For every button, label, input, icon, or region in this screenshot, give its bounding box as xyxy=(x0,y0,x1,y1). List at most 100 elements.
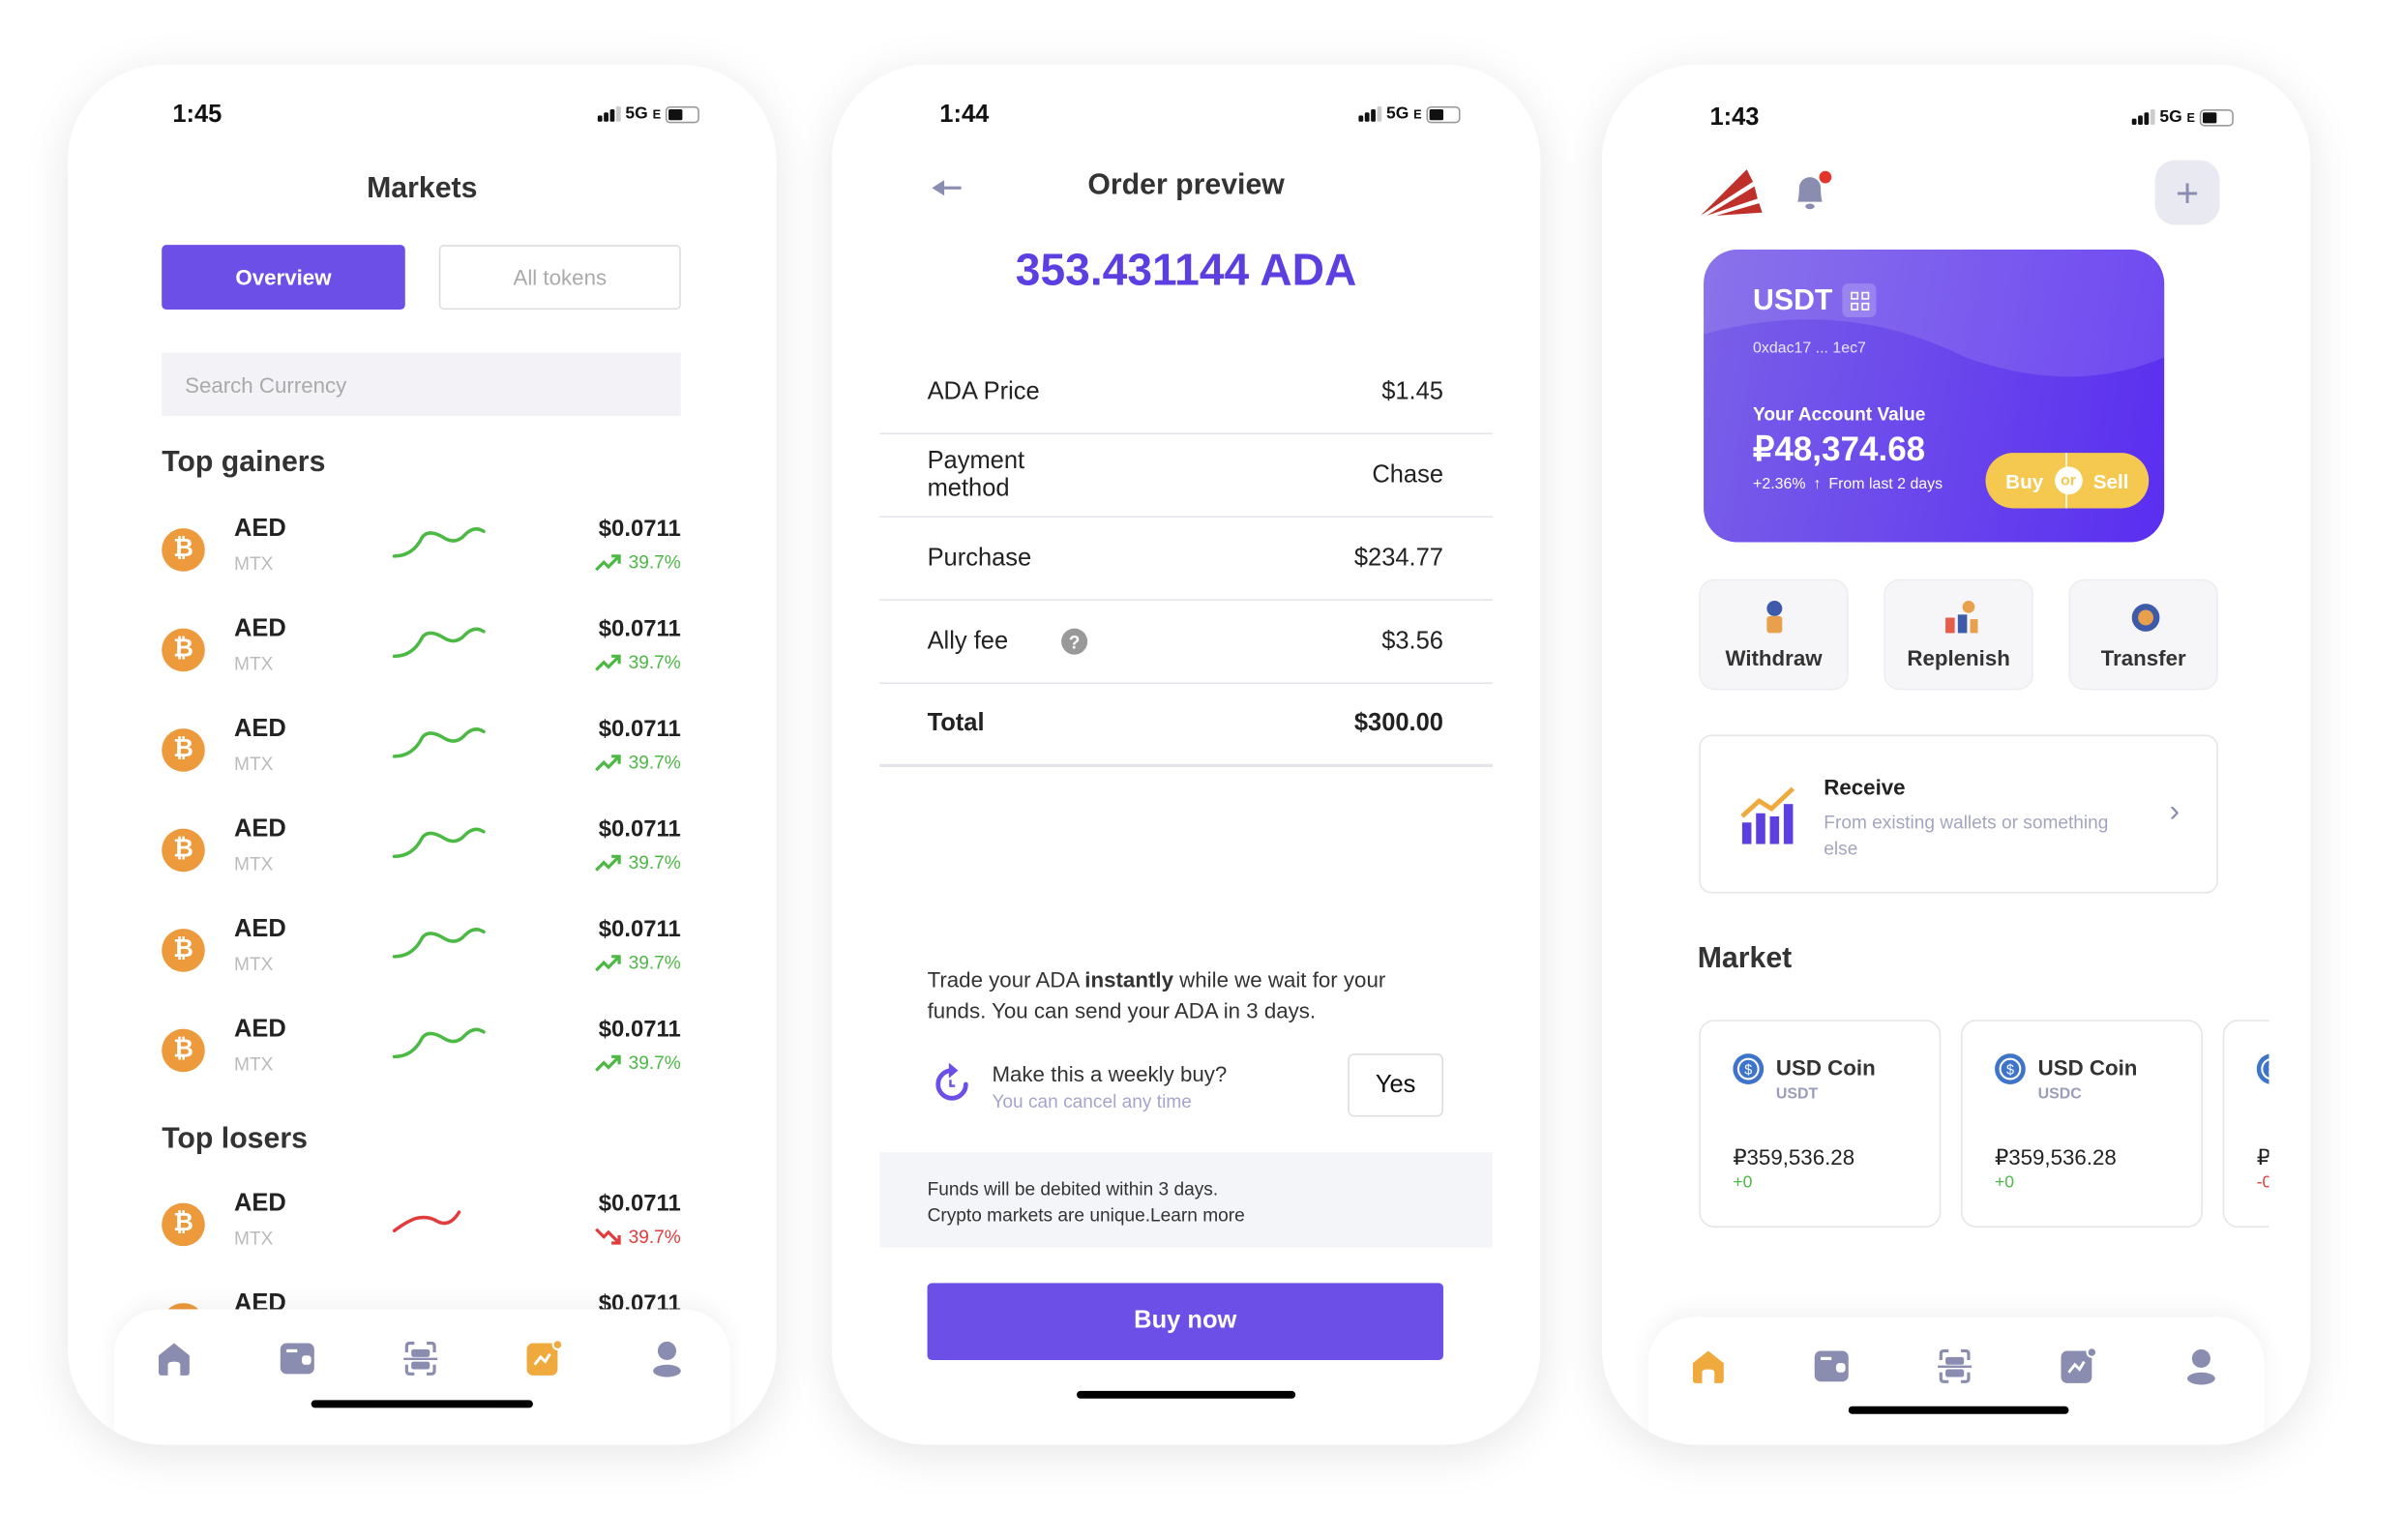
account-value: ₽48,374.68 xyxy=(1753,429,1926,469)
status-bar: 5G E xyxy=(1358,104,1461,123)
withdraw-icon xyxy=(1766,600,1783,634)
svg-text:$: $ xyxy=(1744,1063,1752,1079)
order-row-value: $1.45 xyxy=(1381,377,1443,404)
scan-icon[interactable] xyxy=(402,1340,442,1379)
replenish-icon xyxy=(1945,600,1978,634)
add-button[interactable]: + xyxy=(2154,160,2220,225)
coin-row[interactable]: ₿ AED MTX $0.0711 39.7% xyxy=(68,816,776,909)
order-row: Total $300.00 xyxy=(879,684,1493,767)
home-indicator xyxy=(311,1400,533,1408)
markets-screen: 1:45 5G E Markets Overview All tokens Top… xyxy=(68,64,777,1445)
trend-up-icon xyxy=(595,854,621,872)
change-value: 39.7% xyxy=(628,1226,681,1248)
wallet-icon[interactable] xyxy=(1813,1348,1853,1387)
transfer-button[interactable]: Transfer xyxy=(2068,578,2218,691)
network-label: 5G xyxy=(2159,107,2182,127)
coin-row[interactable]: ₿ AED MTX $0.0711 39.7% xyxy=(68,516,776,608)
order-row-value: Chase xyxy=(1372,460,1443,488)
market-card[interactable]: $ USD Coin USDC ₽359,536.28 +0 xyxy=(1960,1020,2203,1229)
coin-change: 39.7% xyxy=(595,952,681,973)
bitcoin-icon: ₿ xyxy=(162,1202,205,1247)
coin-change: 39.7% xyxy=(595,752,681,773)
buy-button[interactable]: Buy xyxy=(2005,469,2043,492)
replenish-button[interactable]: Replenish xyxy=(1884,578,2033,691)
coin-change: +0 xyxy=(1733,1173,1753,1193)
order-row: Purchase $234.77 xyxy=(879,518,1493,601)
coin-change: +0 xyxy=(1995,1173,2015,1193)
order-row-value: $234.77 xyxy=(1353,544,1443,571)
sparkline xyxy=(392,527,486,558)
profile-icon[interactable] xyxy=(648,1340,688,1379)
help-icon[interactable]: ? xyxy=(1061,628,1088,655)
bar-chart-icon xyxy=(1740,786,1795,844)
card-currency: USDT xyxy=(1753,284,1833,318)
order-preview-screen: 1:44 5G E Order preview 353.431144 ADA AD… xyxy=(831,64,1541,1445)
profile-icon[interactable] xyxy=(2182,1348,2222,1387)
order-row-label: ADA Price xyxy=(927,377,1040,404)
coin-row[interactable]: ₿ AED MTX $0.0711 39.7% xyxy=(68,916,776,1009)
coin-symbol: AED xyxy=(234,615,286,642)
home-indicator xyxy=(1848,1406,2069,1414)
sparkline xyxy=(392,1210,461,1232)
bottom-nav xyxy=(1647,1317,2265,1445)
signal-icon xyxy=(2131,109,2155,125)
coin-row[interactable]: ₿ AED MTX $0.0711 39.7% xyxy=(68,616,776,709)
signal-icon xyxy=(597,105,621,122)
battery-icon xyxy=(1426,105,1461,123)
order-row-value: $3.56 xyxy=(1381,627,1443,654)
sparkline xyxy=(392,928,486,959)
info-bold: instantly xyxy=(1084,966,1173,992)
qr-code-icon[interactable] xyxy=(1842,282,1877,318)
search-input[interactable] xyxy=(162,352,681,416)
coin-row[interactable]: ₿ AED MTX $0.0711 39.7% xyxy=(68,1017,776,1110)
coin-price: ₽ xyxy=(2257,1144,2270,1170)
market-card[interactable]: $ USD Coin USDT ₽359,536.28 +0 xyxy=(1699,1020,1942,1229)
bitcoin-icon: ₿ xyxy=(162,828,205,873)
status-bar: 5G E xyxy=(597,104,699,124)
scan-icon[interactable] xyxy=(1937,1348,1976,1387)
coin-change: 39.7% xyxy=(595,852,681,874)
coin-ticker: USDC xyxy=(2037,1085,2082,1104)
market-carousel[interactable]: $ USD Coin USDT ₽359,536.28 +0 $ USD Coin… xyxy=(1698,1020,2270,1232)
arrow-up-icon: ↑ xyxy=(1813,476,1822,493)
trend-up-icon xyxy=(595,1054,621,1072)
change-percent: +2.36% xyxy=(1753,476,1806,493)
order-row-label: Purchase xyxy=(927,544,1032,571)
buy-now-button[interactable]: Buy now xyxy=(927,1283,1443,1361)
usd-coin-icon: $ xyxy=(1995,1053,2026,1084)
home-icon[interactable] xyxy=(1690,1348,1730,1387)
coin-symbol: AED xyxy=(234,916,286,943)
network-label: 5G xyxy=(625,104,648,124)
coin-price: $0.0711 xyxy=(598,1190,681,1217)
battery-icon xyxy=(2199,108,2234,126)
coin-change: 39.7% xyxy=(595,551,681,573)
chart-icon[interactable] xyxy=(2060,1347,2099,1387)
home-icon[interactable] xyxy=(156,1340,195,1379)
receive-card[interactable]: Receive From existing wallets or somethi… xyxy=(1699,734,2218,894)
withdraw-button[interactable]: Withdraw xyxy=(1699,578,1849,691)
wallet-icon[interactable] xyxy=(279,1340,318,1379)
coin-row[interactable]: ₿ AED MTX $0.0711 39.7% xyxy=(68,716,776,809)
coin-change: 39.7% xyxy=(595,1226,681,1248)
sell-button[interactable]: Sell xyxy=(2093,469,2129,492)
weekly-buy-yes-button[interactable]: Yes xyxy=(1348,1053,1443,1117)
coin-row[interactable]: ₿ AED MTX $0.0711 39.7% xyxy=(68,1191,776,1284)
coin-symbol: AED xyxy=(234,516,286,543)
market-card[interactable]: $ ₽ -0 xyxy=(2222,1020,2270,1229)
account-value-label: Your Account Value xyxy=(1753,403,1926,426)
or-separator: or xyxy=(2054,466,2083,495)
funds-notice: Funds will be debited within 3 days. Cry… xyxy=(879,1152,1493,1248)
learn-more-link[interactable]: Learn more xyxy=(1150,1204,1245,1226)
network-suffix: E xyxy=(2186,109,2196,125)
page-title: Markets xyxy=(367,172,478,205)
chart-icon[interactable] xyxy=(525,1339,565,1379)
receive-subtitle: From existing wallets or something else xyxy=(1824,812,2109,860)
coin-price: $0.0711 xyxy=(598,1016,681,1043)
tab-overview[interactable]: Overview xyxy=(162,245,405,311)
coin-subtitle: MTX xyxy=(234,953,274,975)
wallet-address[interactable]: 0xdac17 ... 1ec7 xyxy=(1753,341,1866,358)
receive-title: Receive xyxy=(1824,774,1906,800)
tab-all-tokens[interactable]: All tokens xyxy=(438,245,681,311)
notification-bell-icon[interactable] xyxy=(1793,169,1832,213)
bitcoin-icon: ₿ xyxy=(162,728,205,772)
